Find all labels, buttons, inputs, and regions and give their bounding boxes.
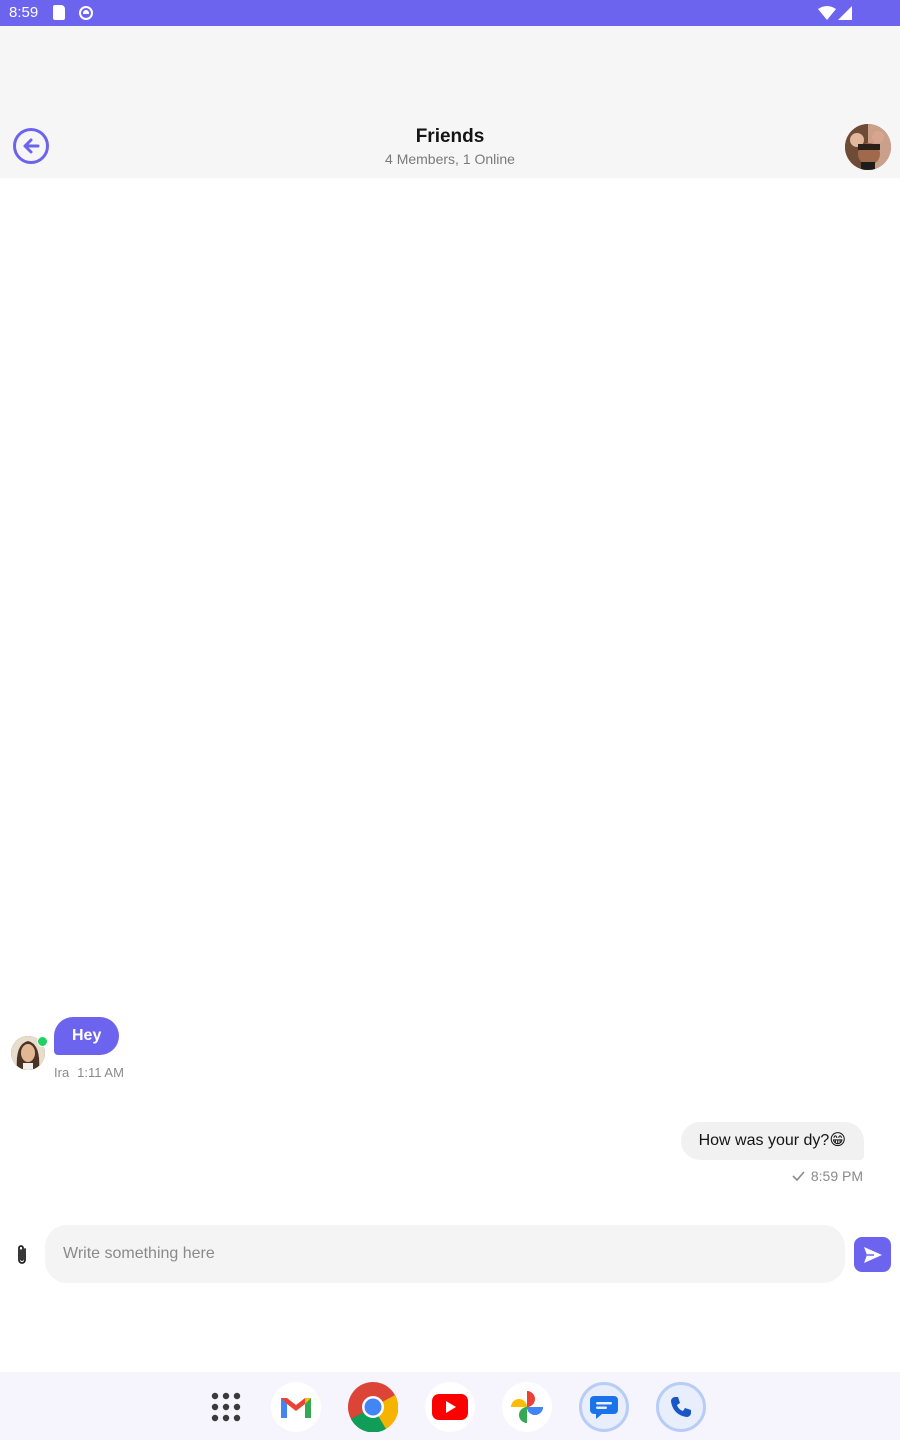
chrome-logo-icon — [348, 1382, 398, 1432]
group-subtitle: 4 Members, 1 Online — [385, 151, 515, 167]
check-icon — [792, 1171, 805, 1181]
wifi-icon — [818, 6, 836, 20]
signal-icon — [838, 6, 852, 20]
phone-app-icon[interactable] — [656, 1382, 706, 1432]
phone-handset-icon — [671, 1397, 691, 1417]
gmail-logo-icon — [281, 1398, 311, 1418]
group-avatar-image — [845, 124, 891, 170]
message-bubble-incoming[interactable]: Hey — [54, 1017, 120, 1055]
message-meta-incoming: Ira 1:11 AM — [54, 1065, 124, 1080]
group-title: Friends — [415, 126, 485, 147]
message-bubble-outgoing[interactable]: How was your dy?😁 — [680, 1122, 864, 1160]
message-input[interactable] — [45, 1225, 841, 1283]
sd-card-icon — [53, 5, 65, 20]
status-bar: 8:59 — [0, 0, 900, 26]
group-avatar[interactable] — [845, 124, 891, 170]
photos-icon[interactable] — [502, 1382, 552, 1432]
paperclip-icon[interactable] — [13, 1243, 31, 1267]
send-icon — [863, 1246, 882, 1263]
chrome-icon[interactable] — [348, 1382, 398, 1432]
youtube-icon[interactable] — [425, 1382, 475, 1432]
chat-header: Friends 4 Members, 1 Online — [0, 26, 900, 178]
chat-bubble-icon — [590, 1396, 618, 1419]
messages-app-icon[interactable] — [579, 1382, 629, 1432]
gmail-icon[interactable] — [271, 1382, 321, 1432]
message-time: 1:11 AM — [77, 1065, 124, 1080]
app-drawer-icon[interactable] — [201, 1382, 251, 1432]
youtube-logo-icon — [432, 1394, 468, 1420]
send-button[interactable] — [854, 1237, 891, 1272]
grid-dots-icon — [211, 1392, 241, 1422]
online-status-dot — [37, 1036, 48, 1047]
sender-name: Ira — [54, 1065, 70, 1080]
message-input-container — [45, 1225, 845, 1283]
message-time: 8:59 PM — [810, 1168, 863, 1184]
photos-pinwheel-icon — [511, 1391, 543, 1423]
status-time: 8:59 — [9, 4, 39, 21]
message-meta-outgoing: 8:59 PM — [792, 1168, 863, 1184]
sync-icon — [79, 6, 93, 20]
